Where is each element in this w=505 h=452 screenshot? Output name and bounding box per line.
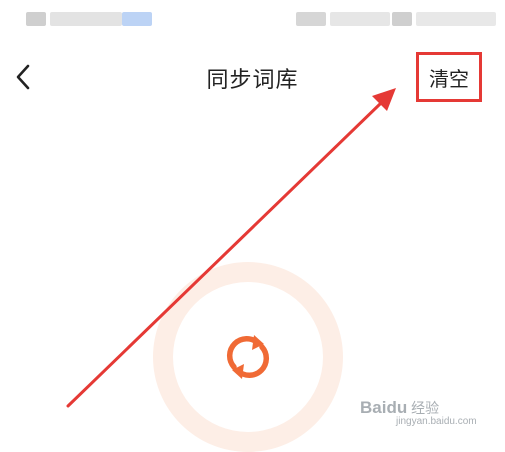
sync-ring-inner (173, 282, 323, 432)
watermark-url: jingyan.baidu.com (396, 416, 477, 427)
sync-ring (153, 262, 343, 452)
status-blur (416, 12, 496, 26)
watermark: Baidu 经验 jingyan.baidu.com (360, 398, 477, 427)
sync-icon[interactable] (220, 329, 276, 385)
status-blur (26, 12, 46, 26)
watermark-brand: Baidu (360, 398, 408, 417)
status-bar (0, 0, 505, 30)
status-blur (296, 12, 326, 26)
watermark-suffix: 经验 (411, 400, 440, 416)
status-blur (50, 12, 122, 26)
status-blur (392, 12, 412, 26)
clear-button[interactable]: 清空 (416, 52, 482, 102)
status-blur (330, 12, 390, 26)
status-blur (122, 12, 152, 26)
nav-bar: 同步词库 清空 (0, 48, 505, 108)
